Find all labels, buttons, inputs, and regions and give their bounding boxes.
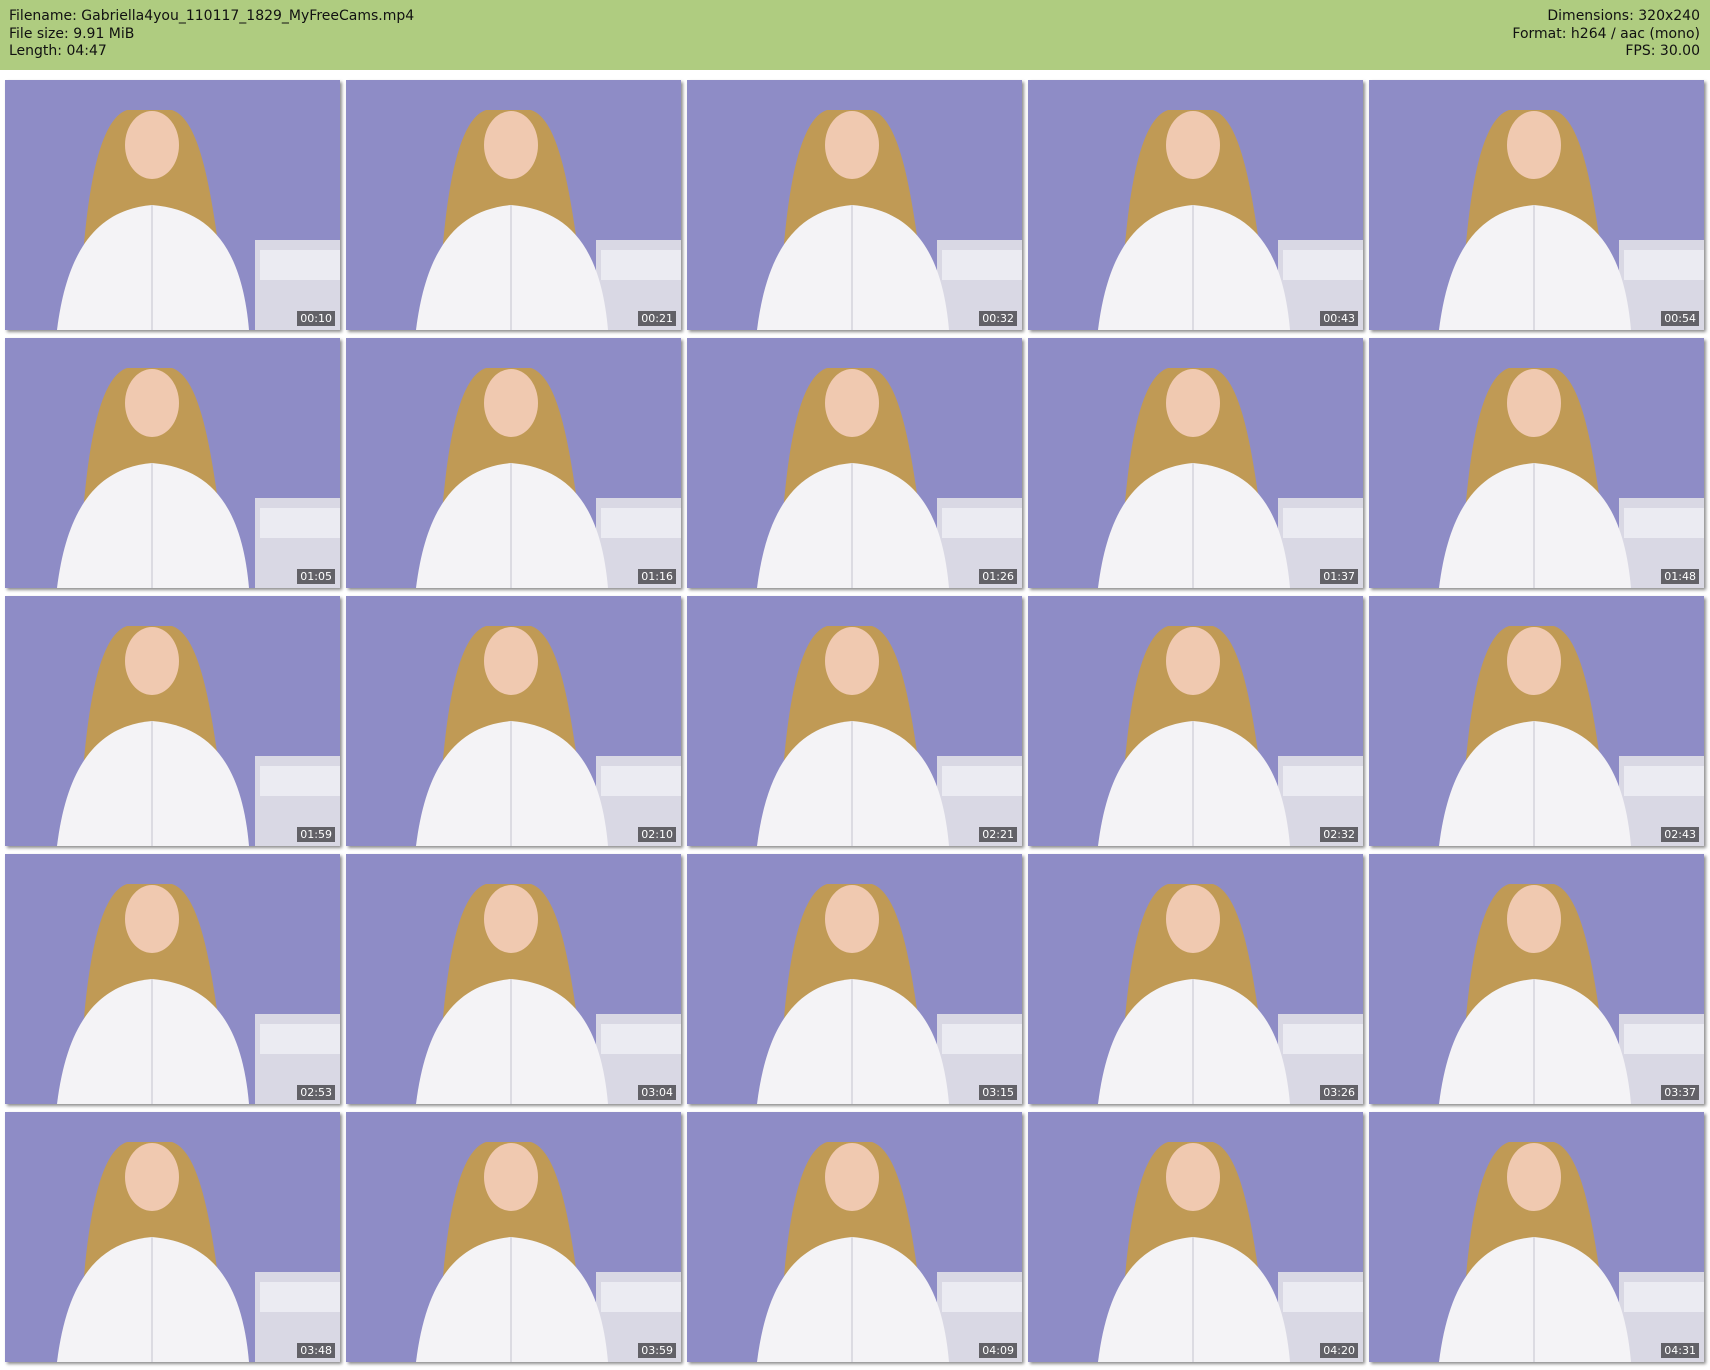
frame-image — [5, 1112, 340, 1362]
frame-image — [5, 338, 340, 588]
timestamp-label: 01:48 — [1661, 569, 1699, 584]
video-thumbnail: 02:21 — [687, 596, 1022, 846]
timestamp-label: 04:09 — [979, 1343, 1017, 1358]
file-size-text: File size: 9.91 MiB — [9, 25, 135, 42]
video-thumbnail: 01:48 — [1369, 338, 1704, 588]
timestamp-label: 00:21 — [638, 311, 676, 326]
fps-text: FPS: 30.00 — [1625, 43, 1700, 59]
video-thumbnail: 01:26 — [687, 338, 1022, 588]
timestamp-label: 01:59 — [297, 827, 335, 842]
timestamp-label: 01:16 — [638, 569, 676, 584]
thumbnail-grid: 00:10 00:21 00:32 00:43 00:54 01:05 01:16 01:26… — [5, 80, 1704, 1362]
frame-image — [687, 338, 1022, 588]
video-thumbnail: 00:54 — [1369, 80, 1704, 330]
video-thumbnail: 01:05 — [5, 338, 340, 588]
video-thumbnail: 02:43 — [1369, 596, 1704, 846]
frame-image — [1369, 854, 1704, 1104]
frame-image — [1369, 338, 1704, 588]
video-thumbnail: 01:37 — [1028, 338, 1363, 588]
timestamp-label: 04:31 — [1661, 1343, 1699, 1358]
timestamp-label: 02:43 — [1661, 827, 1699, 842]
timestamp-label: 02:32 — [1320, 827, 1358, 842]
timestamp-label: 04:20 — [1320, 1343, 1358, 1358]
timestamp-label: 01:37 — [1320, 569, 1358, 584]
frame-image — [687, 854, 1022, 1104]
frame-image — [1028, 596, 1363, 846]
frame-image — [687, 596, 1022, 846]
timestamp-label: 00:54 — [1661, 311, 1699, 326]
frame-image — [5, 854, 340, 1104]
video-thumbnail: 01:16 — [346, 338, 681, 588]
video-thumbnail: 00:10 — [5, 80, 340, 330]
video-thumbnail: 03:26 — [1028, 854, 1363, 1104]
timestamp-label: 02:10 — [638, 827, 676, 842]
timestamp-label: 03:37 — [1661, 1085, 1699, 1100]
timestamp-label: 03:48 — [297, 1343, 335, 1358]
dimensions-text: Dimensions: 320x240 — [1547, 8, 1700, 24]
timestamp-label: 02:21 — [979, 827, 1017, 842]
frame-image — [1028, 854, 1363, 1104]
video-thumbnail: 00:21 — [346, 80, 681, 330]
timestamp-label: 03:15 — [979, 1085, 1017, 1100]
frame-image — [346, 596, 681, 846]
file-info: Filename: Gabriella4you_110117_1829_MyFr… — [9, 8, 414, 61]
timestamp-label: 03:04 — [638, 1085, 676, 1100]
frame-image — [346, 854, 681, 1104]
frame-image — [1028, 1112, 1363, 1362]
filename-text: Filename: Gabriella4you_110117_1829_MyFr… — [9, 8, 415, 24]
timestamp-label: 00:43 — [1320, 311, 1358, 326]
video-thumbnail: 01:59 — [5, 596, 340, 846]
timestamp-label: 00:32 — [979, 311, 1017, 326]
video-thumbnail: 04:31 — [1369, 1112, 1704, 1362]
timestamp-label: 02:53 — [297, 1085, 335, 1100]
media-info: Dimensions: 320x240 Format: h264 / aac (… — [1512, 8, 1700, 61]
video-thumbnail: 00:32 — [687, 80, 1022, 330]
frame-image — [346, 80, 681, 330]
video-thumbnail: 03:59 — [346, 1112, 681, 1362]
video-thumbnail: 02:53 — [5, 854, 340, 1104]
frame-image — [5, 596, 340, 846]
video-thumbnail: 03:48 — [5, 1112, 340, 1362]
frame-image — [1028, 338, 1363, 588]
timestamp-label: 01:26 — [979, 569, 1017, 584]
timestamp-label: 03:26 — [1320, 1085, 1358, 1100]
frame-image — [687, 1112, 1022, 1362]
video-thumbnail: 02:32 — [1028, 596, 1363, 846]
frame-image — [1028, 80, 1363, 330]
frame-image — [346, 1112, 681, 1362]
video-thumbnail: 03:15 — [687, 854, 1022, 1104]
video-thumbnail: 04:20 — [1028, 1112, 1363, 1362]
video-thumbnail: 02:10 — [346, 596, 681, 846]
frame-image — [687, 80, 1022, 330]
video-thumbnail: 00:43 — [1028, 80, 1363, 330]
frame-image — [1369, 1112, 1704, 1362]
frame-image — [346, 338, 681, 588]
format-text: Format: h264 / aac (mono) — [1512, 25, 1700, 42]
timestamp-label: 03:59 — [638, 1343, 676, 1358]
info-header: Filename: Gabriella4you_110117_1829_MyFr… — [0, 0, 1710, 70]
video-thumbnail: 03:37 — [1369, 854, 1704, 1104]
frame-image — [1369, 80, 1704, 330]
timestamp-label: 00:10 — [297, 311, 335, 326]
frame-image — [5, 80, 340, 330]
timestamp-label: 01:05 — [297, 569, 335, 584]
video-thumbnail: 03:04 — [346, 854, 681, 1104]
length-text: Length: 04:47 — [9, 43, 107, 59]
video-thumbnail: 04:09 — [687, 1112, 1022, 1362]
frame-image — [1369, 596, 1704, 846]
